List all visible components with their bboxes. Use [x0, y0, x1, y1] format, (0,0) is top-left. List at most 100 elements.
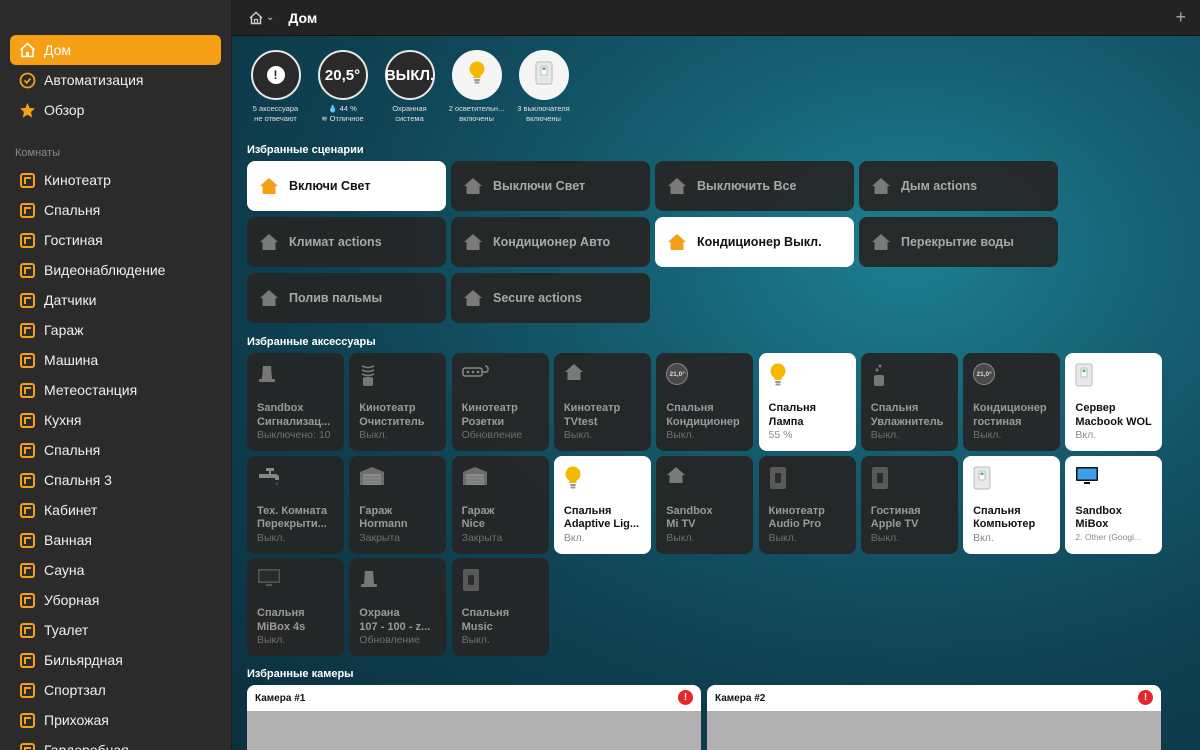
sidebar-room-item[interactable]: Кухня — [10, 405, 221, 435]
accessory-tile[interactable]: Кинотеатр Audio Pro Выкл. — [758, 455, 856, 554]
sidebar-room-item[interactable]: Спальня — [10, 435, 221, 465]
accessory-tile[interactable]: Спальня MiBox 4s Выкл. — [247, 558, 344, 656]
room-icon — [18, 471, 36, 489]
accessory-name: Гараж Nice — [461, 504, 495, 531]
accessory-tile[interactable]: Sandbox Mi TV Выкл. — [656, 455, 754, 554]
accessory-tile[interactable]: 21,0° Кондиционер гостиная Выкл. — [963, 353, 1061, 451]
switch-icon — [462, 568, 480, 597]
room-icon — [18, 321, 36, 339]
scene-button[interactable]: Включи Свет — [247, 161, 446, 211]
scene-button[interactable]: Выключить Все — [655, 161, 854, 211]
accessory-tile[interactable]: Спальня Music Выкл. — [451, 558, 549, 656]
sidebar-room-item[interactable]: Спальня 3 — [10, 465, 221, 495]
scene-button[interactable]: Кондиционер Выкл. — [655, 217, 854, 267]
accessory-tile[interactable]: Кинотеатр Розетки Обновление — [451, 353, 549, 451]
accessory-tile[interactable]: Sandbox Сигнализац... Выключено: 10 — [247, 353, 344, 451]
accessory-tile[interactable]: Гараж Nice Закрыта — [451, 455, 549, 554]
accessory-state: 55 % — [768, 429, 793, 441]
clock-icon — [18, 71, 36, 89]
scenes-section-title: Избранные сценарии — [247, 144, 364, 156]
scene-button[interactable]: Полив пальмы — [247, 273, 446, 323]
scene-button[interactable]: Климат actions — [247, 217, 446, 267]
accessory-tile[interactable]: Гостиная Apple TV Выкл. — [860, 455, 958, 554]
sidebar-room-item[interactable]: Кабинет — [10, 495, 221, 525]
thermostat-icon: 21,0° — [973, 363, 996, 385]
accessory-tile[interactable]: Кинотеатр TVtest Выкл. — [553, 353, 651, 451]
accessory-tile[interactable]: Sandbox MiBox 2. Other (Googl... — [1065, 455, 1163, 554]
room-label: Гардеробная — [44, 742, 129, 750]
accessory-name: Sandbox Mi TV — [666, 504, 713, 531]
accessory-name: Кинотеатр Розетки — [461, 402, 518, 428]
room-label: Видеонаблюдение — [44, 262, 166, 278]
camera-title: Камера #1 — [255, 693, 306, 704]
room-icon — [18, 501, 36, 519]
sidebar-room-item[interactable]: Гардеробная — [10, 735, 221, 750]
garage-icon — [462, 466, 488, 491]
camera-tile[interactable]: Камера #2 ! — [707, 685, 1161, 750]
accessory-tile[interactable]: Спальня Увлажнитель Выкл. — [860, 353, 958, 451]
add-button[interactable]: + — [1175, 7, 1186, 28]
tv-icon — [257, 568, 281, 593]
sidebar-room-item[interactable]: Туалет — [10, 615, 221, 645]
sidebar-item-star[interactable]: Обзор — [10, 95, 221, 125]
status-circle: ! — [250, 50, 301, 100]
accessory-tile[interactable]: Сервер Macbook WOL Вкл. — [1065, 353, 1163, 451]
switch-icon — [535, 61, 553, 89]
scene-label: Кондиционер Авто — [493, 235, 611, 249]
accessory-state: Выключено: 10 — [257, 429, 331, 441]
sidebar-room-item[interactable]: Сауна — [10, 555, 221, 585]
accessory-name: Спальня Music — [461, 607, 510, 633]
sidebar: Дом Автоматизация Обзор Комнаты Кинотеатр С… — [0, 0, 232, 750]
sidebar-item-clock[interactable]: Автоматизация — [10, 65, 221, 95]
sidebar-room-item[interactable]: Видеонаблюдение — [10, 255, 221, 285]
sidebar-room-item[interactable]: Уборная — [10, 585, 221, 615]
accessory-state: Закрыта — [359, 531, 400, 544]
garage-icon — [359, 466, 385, 491]
sidebar-room-item[interactable]: Гараж — [10, 315, 221, 345]
status-caption: 💧 44 % ≋ Отличное — [321, 104, 364, 123]
sidebar-room-item[interactable]: Прихожая — [10, 705, 221, 735]
switch-icon — [1075, 363, 1093, 392]
accessory-tile[interactable]: Охрана 107 - 100 - z... Обновление — [349, 558, 447, 656]
sidebar-room-item[interactable]: Машина — [10, 345, 221, 375]
sidebar-item-house[interactable]: Дом — [10, 35, 221, 65]
scene-button[interactable]: Кондиционер Авто — [451, 217, 650, 267]
accessory-tile[interactable]: Спальня Adaptive Lig... Вкл. — [553, 455, 651, 554]
sidebar-room-item[interactable]: Спальня — [10, 195, 221, 225]
rooms-list: Кинотеатр Спальня Гостиная Видеонаблюдение Д… — [0, 165, 231, 750]
scene-button[interactable]: Secure actions — [451, 273, 650, 323]
sidebar-room-item[interactable]: Метеостанция — [10, 375, 221, 405]
scene-button[interactable]: Перекрытие воды — [859, 217, 1058, 267]
home-switcher-button[interactable]: ⌄ — [248, 10, 275, 25]
accessory-tile[interactable]: Спальня Компьютер Вкл. — [963, 455, 1061, 554]
status-item[interactable]: 2 осветительн... включены — [443, 50, 510, 124]
accessory-tile[interactable]: Тех. Комната Перекрыти... Выкл. — [247, 455, 344, 554]
camera-tile[interactable]: Камера #1 ! — [247, 685, 701, 750]
scene-button[interactable]: Дым actions — [859, 161, 1058, 211]
accessory-name: Гараж Hormann — [359, 504, 408, 531]
room-icon — [18, 351, 36, 369]
chevron-down-icon: ⌄ — [266, 12, 275, 23]
sidebar-room-item[interactable]: Спортзал — [10, 675, 221, 705]
alert-icon: ! — [266, 66, 285, 84]
sidebar-room-item[interactable]: Датчики — [10, 285, 221, 315]
accessory-tile[interactable]: Спальня Лампа 55 % — [758, 353, 856, 451]
sidebar-room-item[interactable]: Бильярдная — [10, 645, 221, 675]
room-icon — [18, 651, 36, 669]
status-item[interactable]: ! 5 аксессуара не отвечают — [242, 50, 309, 124]
room-icon — [18, 711, 36, 729]
status-item[interactable]: 3 выключателя включены — [510, 50, 577, 124]
accessory-name: Sandbox MiBox — [1075, 504, 1122, 531]
status-item[interactable]: ВЫКЛ. Охранная система — [376, 50, 443, 124]
power-strip-icon — [461, 363, 490, 384]
accessory-state: Выкл. — [563, 429, 593, 441]
room-icon — [18, 381, 36, 399]
sidebar-room-item[interactable]: Кинотеатр — [10, 165, 221, 195]
status-item[interactable]: 20,5° 💧 44 % ≋ Отличное — [309, 50, 376, 124]
accessory-tile[interactable]: Гараж Hormann Закрыта — [349, 455, 447, 554]
scene-button[interactable]: Выключи Свет — [451, 161, 650, 211]
accessory-tile[interactable]: 21,0° Спальня Кондиционер Выкл. — [656, 353, 754, 451]
accessory-tile[interactable]: Кинотеатр Очиститель Выкл. — [349, 353, 447, 451]
sidebar-room-item[interactable]: Ванная — [10, 525, 221, 555]
sidebar-room-item[interactable]: Гостиная — [10, 225, 221, 255]
